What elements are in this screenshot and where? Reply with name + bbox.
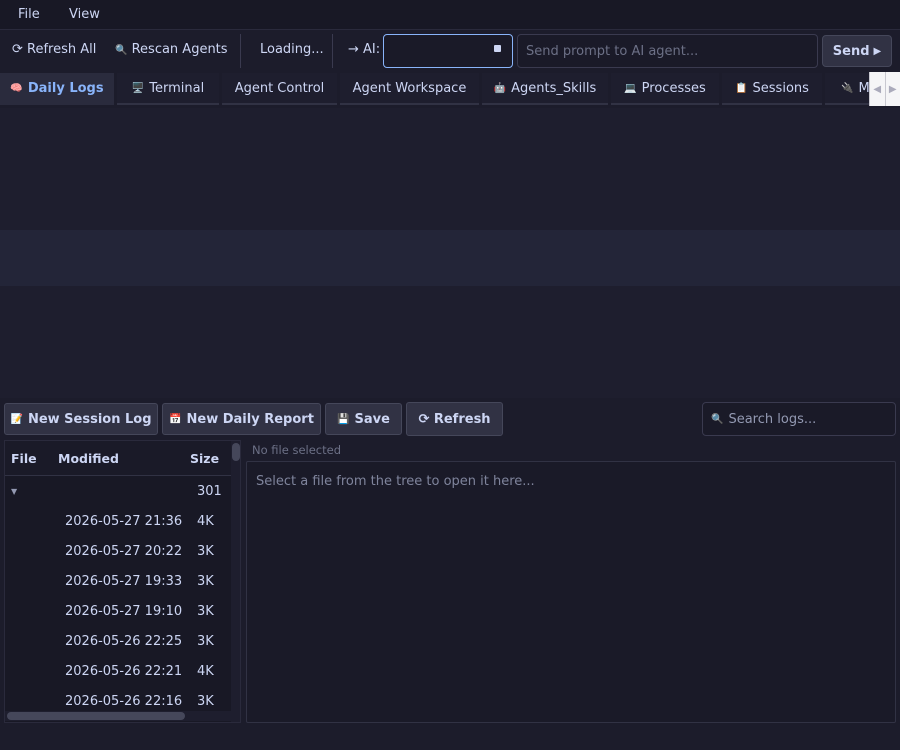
refresh-button[interactable]: ⟳ Refresh: [406, 402, 503, 436]
banner-highlight: [0, 230, 900, 286]
row-modified: 2026-05-26 22:21: [65, 664, 183, 679]
toolbar-separator: [332, 34, 333, 68]
group-size: 301: [197, 484, 222, 499]
row-modified: 2026-05-27 21:36: [65, 514, 183, 529]
tab-terminal[interactable]: 🖥️ Terminal: [117, 73, 219, 105]
banner-area: [0, 108, 900, 230]
tree-row[interactable]: 2026-05-26 22:25 3K: [5, 627, 231, 657]
button-label: New Session Log: [27, 411, 152, 427]
tab-scroll-left-icon[interactable]: ◀: [869, 72, 885, 106]
tab-sessions[interactable]: 📋 Sessions: [722, 73, 822, 105]
rescan-agents-label: Rescan Agents: [131, 42, 228, 57]
row-modified: 2026-05-27 20:22: [65, 544, 183, 559]
row-size: 3K: [197, 604, 214, 619]
search-icon: 🔍: [711, 413, 724, 425]
viewer-placeholder: Select a file from the tree to open it h…: [256, 474, 535, 489]
tab-label: Daily Logs: [27, 80, 104, 96]
tree-horizontal-scrollbar[interactable]: [5, 711, 231, 721]
rescan-agents-button[interactable]: 🔍 Rescan Agents: [115, 42, 228, 57]
tab-daily-logs[interactable]: 🧠 Daily Logs: [0, 73, 114, 105]
tab-more[interactable]: 🔌 M: [825, 73, 869, 105]
new-session-log-button[interactable]: 📝 New Session Log: [4, 403, 158, 435]
viewer-status: No file selected: [252, 443, 342, 457]
floppy-disk-icon: 💾: [337, 413, 350, 425]
row-size: 4K: [197, 514, 214, 529]
tree-vertical-scrollbar[interactable]: [231, 441, 240, 722]
scrollbar-thumb[interactable]: [232, 443, 240, 461]
tree-row[interactable]: 2026-05-27 21:36 4K: [5, 507, 231, 537]
file-viewer[interactable]: Select a file from the tree to open it h…: [246, 461, 896, 723]
loading-status: Loading...: [260, 42, 324, 57]
tree-header: File Modified Size: [5, 441, 231, 476]
tab-label: Agents_Skills: [511, 80, 597, 96]
calendar-icon: 📅: [169, 413, 182, 425]
tab-agent-workspace[interactable]: Agent Workspace: [340, 73, 479, 105]
scrollbar-thumb[interactable]: [7, 712, 185, 720]
laptop-icon: 💻: [624, 82, 637, 94]
tab-agent-control[interactable]: Agent Control: [222, 73, 337, 105]
tab-label: Processes: [641, 80, 706, 96]
menu-bar: [0, 0, 900, 30]
toolbar-separator: [240, 34, 241, 68]
banner-area-lower: [0, 286, 900, 398]
play-icon: ▶: [873, 45, 882, 57]
tree-row[interactable]: 2026-05-27 19:33 3K: [5, 567, 231, 597]
monitor-icon: 🖥️: [131, 82, 145, 94]
row-size: 4K: [197, 664, 214, 679]
row-modified: 2026-05-26 22:25: [65, 634, 183, 649]
tree-row[interactable]: 2026-05-27 20:22 3K: [5, 537, 231, 567]
column-header-modified[interactable]: Modified: [58, 451, 119, 466]
save-button[interactable]: 💾 Save: [325, 403, 402, 435]
file-tree: File Modified Size ▼ 301 2026-05-27 21:3…: [4, 440, 241, 723]
prompt-input[interactable]: [517, 34, 818, 68]
tab-label: Terminal: [149, 80, 205, 96]
tree-row[interactable]: 2026-05-26 22:21 4K: [5, 657, 231, 687]
menu-file[interactable]: File: [18, 7, 40, 22]
search-box[interactable]: 🔍: [702, 402, 896, 436]
send-button[interactable]: Send ▶: [822, 35, 892, 67]
column-header-size[interactable]: Size: [190, 451, 219, 466]
tab-scroll-buttons: ◀ ▶: [869, 72, 900, 106]
memo-icon: 📝: [10, 413, 23, 425]
row-size: 3K: [197, 634, 214, 649]
tree-group-row[interactable]: ▼ 301: [5, 477, 231, 507]
row-size: 3K: [197, 574, 214, 589]
column-header-file[interactable]: File: [11, 451, 37, 466]
refresh-all-button[interactable]: ⟳ Refresh All: [12, 42, 96, 57]
search-icon: 🔍: [115, 45, 128, 56]
row-size: 3K: [197, 694, 214, 709]
row-size: 3K: [197, 544, 214, 559]
button-label: Save: [354, 411, 390, 427]
dropdown-indicator-icon: [494, 45, 501, 52]
plug-icon: 🔌: [841, 82, 854, 94]
brain-icon: 🧠: [10, 82, 23, 94]
search-input[interactable]: [728, 411, 889, 427]
tab-processes[interactable]: 💻 Processes: [611, 73, 719, 105]
clipboard-icon: 📋: [735, 82, 748, 94]
expand-caret-icon[interactable]: ▼: [11, 487, 17, 496]
tab-label: Sessions: [752, 80, 809, 96]
button-label: New Daily Report: [186, 411, 314, 427]
tab-label: Agent Workspace: [352, 80, 467, 96]
tree-row[interactable]: 2026-05-27 19:10 3K: [5, 597, 231, 627]
tab-agents-skills[interactable]: 🤖 Agents_Skills: [482, 73, 608, 105]
ai-label: → AI:: [348, 42, 381, 57]
button-label: ⟳ Refresh: [418, 411, 491, 427]
tab-label: M: [858, 80, 869, 96]
row-modified: 2026-05-27 19:10: [65, 604, 183, 619]
tab-scroll-right-icon[interactable]: ▶: [884, 72, 900, 106]
row-modified: 2026-05-26 22:16: [65, 694, 183, 709]
robot-icon: 🤖: [493, 82, 507, 94]
menu-view[interactable]: View: [69, 7, 100, 22]
row-modified: 2026-05-27 19:33: [65, 574, 183, 589]
new-daily-report-button[interactable]: 📅 New Daily Report: [162, 403, 321, 435]
tab-label: Agent Control: [234, 80, 325, 96]
send-label: Send: [832, 43, 870, 59]
ai-agent-select[interactable]: [383, 34, 513, 68]
